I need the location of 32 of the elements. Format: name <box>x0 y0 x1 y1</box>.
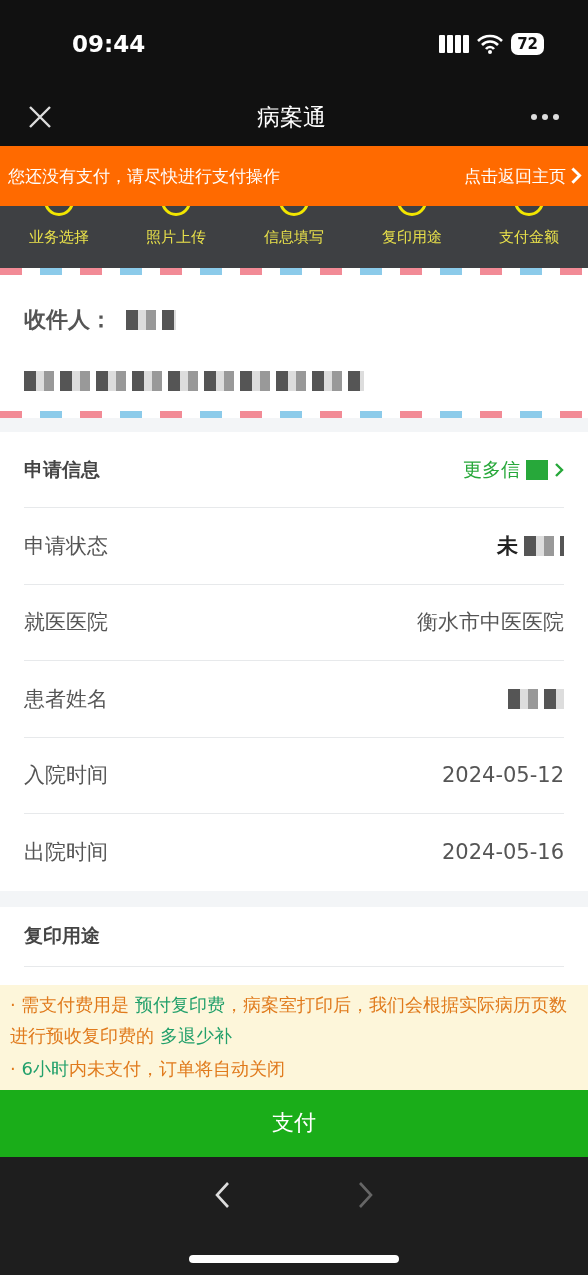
field-label: 入院时间 <box>24 762 108 790</box>
field-label: 出院时间 <box>24 839 108 867</box>
warning-message: 您还没有支付，请尽快进行支付操作 <box>8 164 280 188</box>
section-heading: 复印用途 <box>24 923 100 948</box>
more-icon[interactable] <box>530 113 560 121</box>
step-label: 照片上传 <box>146 228 207 247</box>
section-heading: 申请信息 <box>24 456 100 482</box>
pay-button[interactable]: 支付 <box>0 1089 588 1157</box>
signal-icon <box>439 35 470 53</box>
wifi-icon <box>477 34 504 54</box>
field-value: 未 <box>497 531 564 560</box>
step-label: 业务选择 <box>28 228 89 247</box>
chevron-right-icon <box>570 166 582 186</box>
battery-level: 72 <box>511 33 544 55</box>
notice-text: · 6小时内未支付，订单将自动关闭 <box>10 1056 286 1081</box>
field-label: 患者姓名 <box>24 685 108 713</box>
notice-text: · 需支付费用是 预付复印费，病案室打印后，我们会根据实际病历页数进行预收复印费的 多退少补 <box>10 992 569 1048</box>
field-value: 衡水市中医医院 <box>417 609 564 637</box>
recipient-label: 收件人： <box>24 306 112 334</box>
page-title: 病案通 <box>256 102 326 132</box>
more-info-link[interactable]: 更多信 <box>463 456 564 483</box>
back-home-link[interactable]: 点击返回主页 <box>464 164 582 188</box>
step-label: 复印用途 <box>381 228 442 247</box>
step-label: 信息填写 <box>264 228 324 247</box>
chevron-right-icon <box>554 461 564 478</box>
status-time: 09:44 <box>72 31 146 57</box>
close-icon[interactable] <box>28 105 52 129</box>
step-label: 支付金额 <box>499 228 560 247</box>
field-label: 申请状态 <box>24 532 108 560</box>
field-value: 2024-05-16 <box>441 840 564 865</box>
field-label: 就医医院 <box>24 609 108 637</box>
field-value: 2024-05-12 <box>441 763 564 788</box>
